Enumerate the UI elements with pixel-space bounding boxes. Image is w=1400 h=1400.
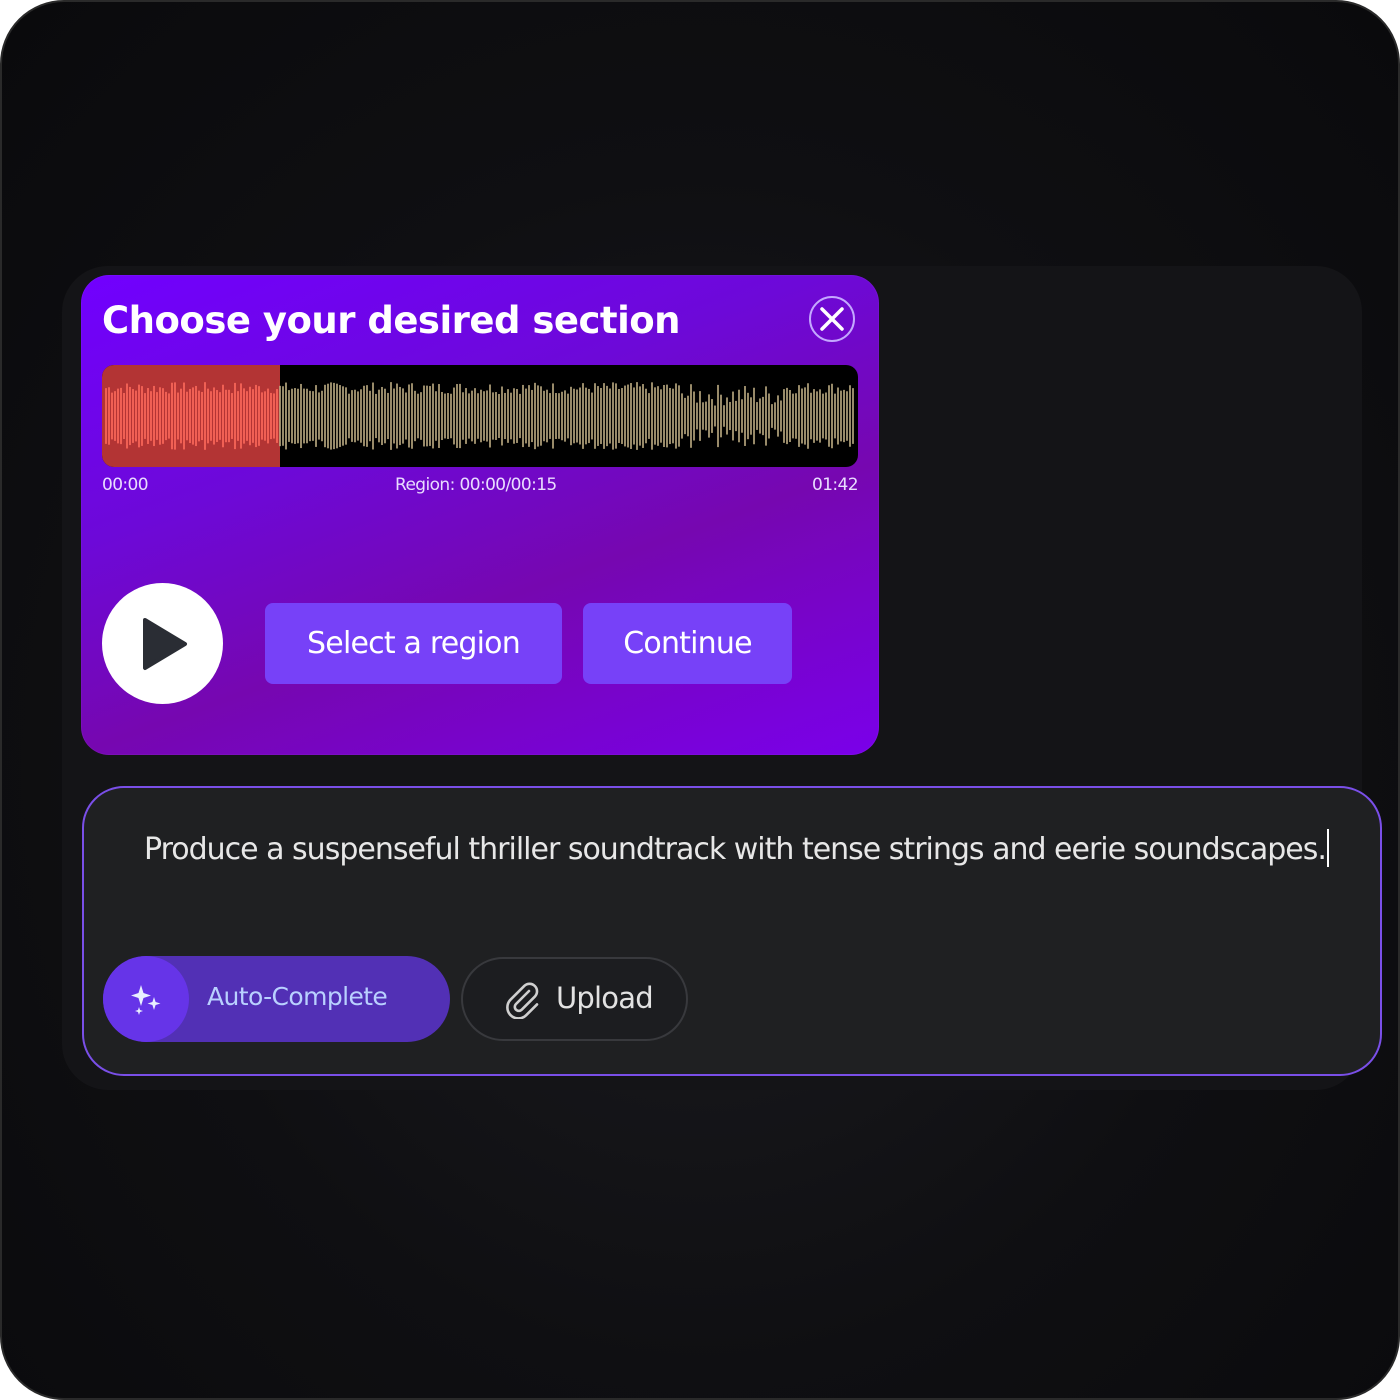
auto-complete-label: Auto-Complete (207, 982, 388, 1011)
play-button[interactable] (102, 583, 223, 704)
select-region-button[interactable]: Select a region (265, 603, 562, 684)
app-frame: Choose your desired section 00:00 Region… (0, 0, 1400, 1400)
text-caret (1326, 829, 1329, 867)
region-label: Region: 00:00/00:15 (395, 475, 557, 495)
auto-complete-icon-badge (103, 956, 189, 1042)
audio-waveform[interactable] (102, 365, 858, 467)
prompt-input[interactable]: Produce a suspenseful thriller soundtrac… (144, 828, 1329, 872)
continue-button[interactable]: Continue (583, 603, 792, 684)
paperclip-icon (506, 982, 539, 1019)
sparkles-icon (131, 985, 161, 1015)
waveform-graphic (102, 365, 854, 467)
end-time: 01:42 (812, 475, 859, 495)
prompt-text: Produce a suspenseful thriller soundtrac… (144, 832, 1327, 867)
close-icon (820, 307, 844, 331)
close-button[interactable] (809, 296, 855, 342)
start-time: 00:00 (102, 475, 149, 495)
upload-label: Upload (556, 981, 654, 1015)
play-icon (142, 617, 187, 670)
section-picker-title: Choose your desired section (102, 299, 681, 342)
